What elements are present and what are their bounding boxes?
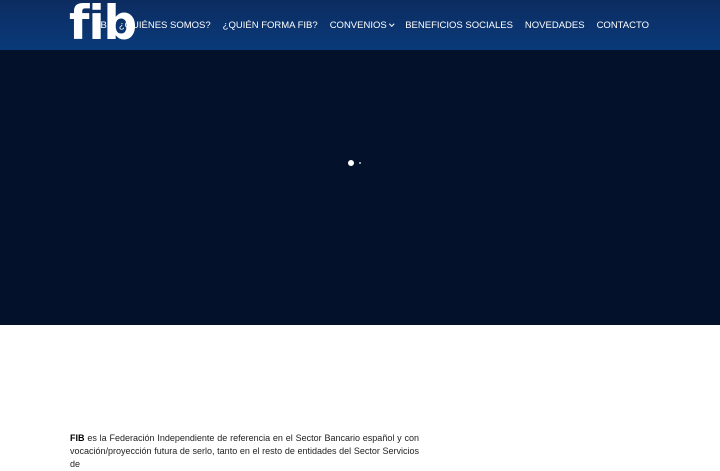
- hero-slider: [0, 50, 720, 325]
- nav-item-beneficios-sociales[interactable]: BENEFICIOS SOCIALES: [405, 20, 513, 31]
- nav-item-quien-forma-fib[interactable]: ¿QUIÉN FORMA FIB?: [223, 20, 318, 31]
- nav-item-convenios[interactable]: CONVENIOS: [330, 20, 394, 31]
- site-header: fib FIB ¿QUIÉNES SOMOS? ¿QUIÉN FORMA FIB…: [0, 0, 720, 50]
- nav-item-label: ¿QUIÉNES SOMOS?: [118, 19, 211, 31]
- nav-item-label: FIB: [92, 19, 107, 31]
- nav-item-fib[interactable]: FIB: [92, 20, 107, 31]
- nav-item-label: CONVENIOS: [329, 19, 387, 31]
- nav-item-label: NOVEDADES: [524, 19, 585, 31]
- nav-item-novedades[interactable]: NOVEDADES: [525, 20, 585, 31]
- slider-dot[interactable]: [359, 162, 361, 164]
- nav-item-label: BENEFICIOS SOCIALES: [405, 19, 513, 31]
- intro-paragraph: FIB es la Federación Independiente de re…: [70, 432, 419, 471]
- intro-strong: FIB: [70, 433, 85, 443]
- nav-item-quienes-somos[interactable]: ¿QUIÉNES SOMOS?: [119, 20, 211, 31]
- main-nav: FIB ¿QUIÉNES SOMOS? ¿QUIÉN FORMA FIB? CO…: [80, 0, 649, 50]
- nav-item-contacto[interactable]: CONTACTO: [597, 20, 649, 31]
- slider-dot-active[interactable]: [348, 160, 354, 166]
- nav-item-label: ¿QUIÉN FORMA FIB?: [222, 19, 318, 31]
- nav-item-label: CONTACTO: [596, 19, 649, 31]
- chevron-down-icon: [388, 21, 394, 26]
- intro-text: es la Federación Independiente de refere…: [70, 433, 419, 469]
